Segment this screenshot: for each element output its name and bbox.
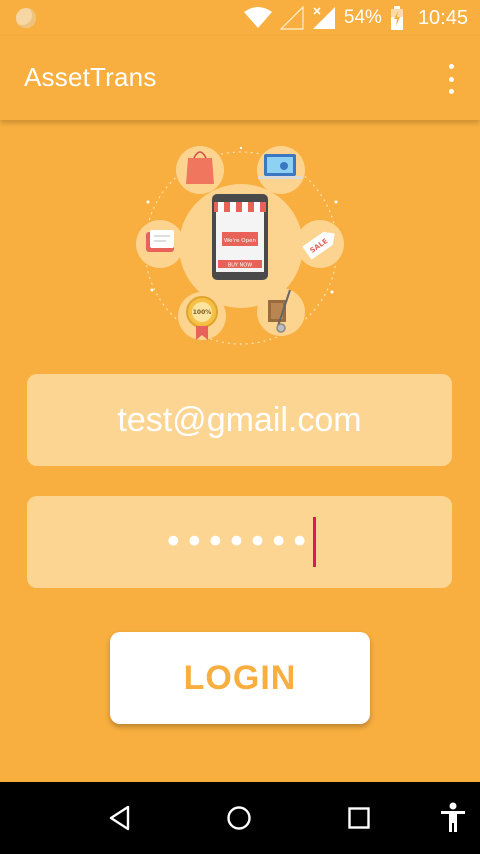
- buy-now-text: BUY NOW: [228, 263, 252, 269]
- login-button[interactable]: LOGIN: [110, 632, 370, 724]
- badge-text: 100%: [193, 309, 212, 316]
- text-caret: [312, 517, 316, 567]
- battery-charging-icon: [390, 6, 403, 30]
- app-title: AssetTrans: [24, 62, 157, 92]
- more-vertical-icon[interactable]: [446, 64, 456, 94]
- back-icon[interactable]: [100, 800, 140, 836]
- battery-percent: 54%: [343, 7, 382, 28]
- status-bar: 54% 10:45: [0, 0, 480, 36]
- sign-text: We're Open: [224, 238, 256, 244]
- login-button-label: LOGIN: [183, 658, 297, 697]
- recents-icon[interactable]: [339, 800, 379, 836]
- signal-icon: [312, 7, 335, 29]
- shop-illustration: We're Open BUY NOW SALE 100%: [136, 146, 344, 345]
- moon-icon: [16, 8, 36, 28]
- clock: 10:45: [417, 6, 468, 29]
- password-mask: •••••••: [163, 522, 311, 562]
- accessibility-icon[interactable]: [433, 800, 473, 836]
- email-value: test@gmail.com: [117, 400, 362, 439]
- navigation-bar: [0, 782, 480, 854]
- home-icon[interactable]: [219, 800, 259, 836]
- status-icons: 54% 10:45: [243, 6, 468, 30]
- email-field[interactable]: test@gmail.com: [27, 374, 452, 466]
- password-field[interactable]: •••••••: [27, 496, 452, 588]
- wifi-icon: [243, 7, 272, 28]
- signal-empty-icon: [279, 6, 304, 30]
- app-bar: AssetTrans: [0, 36, 480, 120]
